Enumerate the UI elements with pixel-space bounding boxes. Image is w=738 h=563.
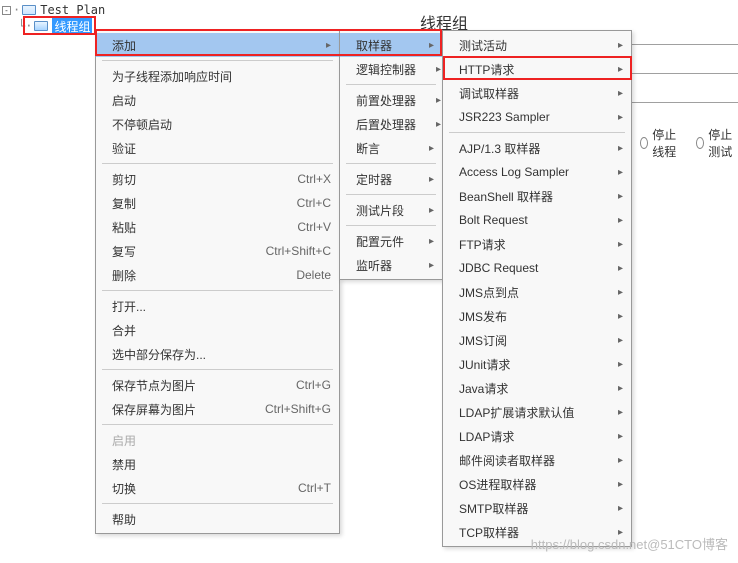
- menu-item[interactable]: JMS发布▸: [443, 304, 631, 328]
- chevron-right-icon: ▸: [429, 236, 434, 247]
- chevron-right-icon: ▸: [618, 383, 623, 394]
- chevron-right-icon: ▸: [326, 40, 331, 51]
- menu-item[interactable]: LDAP扩展请求默认值▸: [443, 400, 631, 424]
- menu-item[interactable]: 删除Delete: [96, 263, 339, 287]
- menu-item[interactable]: 为子线程添加响应时间: [96, 64, 339, 88]
- menu-item[interactable]: 打开...: [96, 294, 339, 318]
- menu-item[interactable]: 帮助: [96, 507, 339, 531]
- menu-item[interactable]: 调试取样器▸: [443, 81, 631, 105]
- menu-item[interactable]: LDAP请求▸: [443, 424, 631, 448]
- chevron-right-icon: ▸: [618, 335, 623, 346]
- menu-item[interactable]: 邮件阅读者取样器▸: [443, 448, 631, 472]
- menu-item[interactable]: 前置处理器▸: [340, 88, 442, 112]
- menu-item[interactable]: 粘贴Ctrl+V: [96, 215, 339, 239]
- tree-child-label: 线程组: [52, 18, 92, 35]
- menu-item[interactable]: 选中部分保存为...: [96, 342, 339, 366]
- menu-item[interactable]: 逻辑控制器▸: [340, 57, 442, 81]
- menu-item[interactable]: 配置元件▸: [340, 229, 442, 253]
- chevron-right-icon: ▸: [618, 455, 623, 466]
- chevron-right-icon: ▸: [436, 95, 441, 106]
- chevron-right-icon: ▸: [618, 191, 623, 202]
- menu-item[interactable]: 启动: [96, 88, 339, 112]
- menu-item[interactable]: 禁用: [96, 452, 339, 476]
- menu-item[interactable]: AJP/1.3 取样器▸: [443, 136, 631, 160]
- submenu-add: 取样器▸逻辑控制器▸ 前置处理器▸后置处理器▸断言▸ 定时器▸ 测试片段▸ 配置元件▸监…: [339, 30, 443, 280]
- menu-item[interactable]: JMS点到点▸: [443, 280, 631, 304]
- radio-stop-thread[interactable]: 停止线程: [640, 126, 682, 160]
- chevron-right-icon: ▸: [429, 40, 434, 51]
- menu-item[interactable]: JUnit请求▸: [443, 352, 631, 376]
- context-menu: 添加▸ 为子线程添加响应时间启动不停顿启动验证剪切Ctrl+X复制Ctrl+C粘贴…: [95, 30, 340, 534]
- menu-item[interactable]: 测试片段▸: [340, 198, 442, 222]
- chevron-right-icon: ▸: [429, 260, 434, 271]
- menu-item[interactable]: Access Log Sampler▸: [443, 160, 631, 184]
- chevron-right-icon: ▸: [429, 174, 434, 185]
- menu-item[interactable]: OS进程取样器▸: [443, 472, 631, 496]
- chevron-right-icon: ▸: [618, 64, 623, 75]
- chevron-right-icon: ▸: [618, 40, 623, 51]
- radio-group: 停止线程 停止测试: [640, 126, 738, 160]
- chevron-right-icon: ▸: [618, 311, 623, 322]
- tree-root[interactable]: - · Test Plan: [2, 2, 105, 18]
- menu-item[interactable]: JSR223 Sampler▸: [443, 105, 631, 129]
- menu-item[interactable]: 保存屏幕为图片Ctrl+Shift+G: [96, 397, 339, 421]
- chevron-right-icon: ▸: [618, 239, 623, 250]
- menu-item[interactable]: FTP请求▸: [443, 232, 631, 256]
- menu-item[interactable]: JMS订阅▸: [443, 328, 631, 352]
- test-plan-icon: [22, 5, 36, 15]
- menu-item[interactable]: 定时器▸: [340, 167, 442, 191]
- chevron-right-icon: ▸: [618, 263, 623, 274]
- menu-item[interactable]: 验证: [96, 136, 339, 160]
- tree-root-label: Test Plan: [40, 3, 105, 17]
- watermark: https://blog.csdn.net@51CTO博客: [531, 534, 728, 553]
- chevron-right-icon: ▸: [618, 143, 623, 154]
- menu-item[interactable]: Bolt Request▸: [443, 208, 631, 232]
- menu-item[interactable]: HTTP请求▸: [443, 57, 631, 81]
- menu-item[interactable]: 不停顿启动: [96, 112, 339, 136]
- chevron-right-icon: ▸: [618, 167, 623, 178]
- menu-item[interactable]: SMTP取样器▸: [443, 496, 631, 520]
- chevron-right-icon: ▸: [429, 205, 434, 216]
- chevron-right-icon: ▸: [436, 119, 441, 130]
- tree-panel: - · Test Plan └· 线程组: [2, 2, 105, 34]
- menu-item[interactable]: 复写Ctrl+Shift+C: [96, 239, 339, 263]
- chevron-right-icon: ▸: [618, 215, 623, 226]
- menu-item[interactable]: 保存节点为图片Ctrl+G: [96, 373, 339, 397]
- submenu-sampler: 测试活动▸HTTP请求▸调试取样器▸JSR223 Sampler▸ AJP/1.3…: [442, 30, 632, 547]
- chevron-right-icon: ▸: [618, 88, 623, 99]
- chevron-right-icon: ▸: [618, 431, 623, 442]
- chevron-right-icon: ▸: [618, 503, 623, 514]
- chevron-right-icon: ▸: [618, 359, 623, 370]
- thread-group-icon: [34, 21, 48, 31]
- menu-item[interactable]: 测试活动▸: [443, 33, 631, 57]
- tree-child[interactable]: └· 线程组: [2, 18, 105, 34]
- menu-item[interactable]: JDBC Request▸: [443, 256, 631, 280]
- chevron-right-icon: ▸: [618, 287, 623, 298]
- chevron-right-icon: ▸: [429, 143, 434, 154]
- chevron-right-icon: ▸: [618, 407, 623, 418]
- menu-item[interactable]: Java请求▸: [443, 376, 631, 400]
- menu-item[interactable]: 添加▸: [96, 33, 339, 57]
- menu-item[interactable]: 合并: [96, 318, 339, 342]
- chevron-right-icon: ▸: [618, 479, 623, 490]
- menu-item[interactable]: 复制Ctrl+C: [96, 191, 339, 215]
- chevron-right-icon: ▸: [436, 64, 441, 75]
- menu-item[interactable]: 切换Ctrl+T: [96, 476, 339, 500]
- menu-item[interactable]: 剪切Ctrl+X: [96, 167, 339, 191]
- menu-item[interactable]: 后置处理器▸: [340, 112, 442, 136]
- chevron-right-icon: ▸: [618, 112, 623, 123]
- menu-item: 启用: [96, 428, 339, 452]
- menu-item[interactable]: 监听器▸: [340, 253, 442, 277]
- collapse-icon[interactable]: -: [2, 6, 11, 15]
- radio-stop-test[interactable]: 停止测试: [696, 126, 738, 160]
- menu-item[interactable]: BeanShell 取样器▸: [443, 184, 631, 208]
- menu-item[interactable]: 取样器▸: [340, 33, 442, 57]
- menu-item[interactable]: 断言▸: [340, 136, 442, 160]
